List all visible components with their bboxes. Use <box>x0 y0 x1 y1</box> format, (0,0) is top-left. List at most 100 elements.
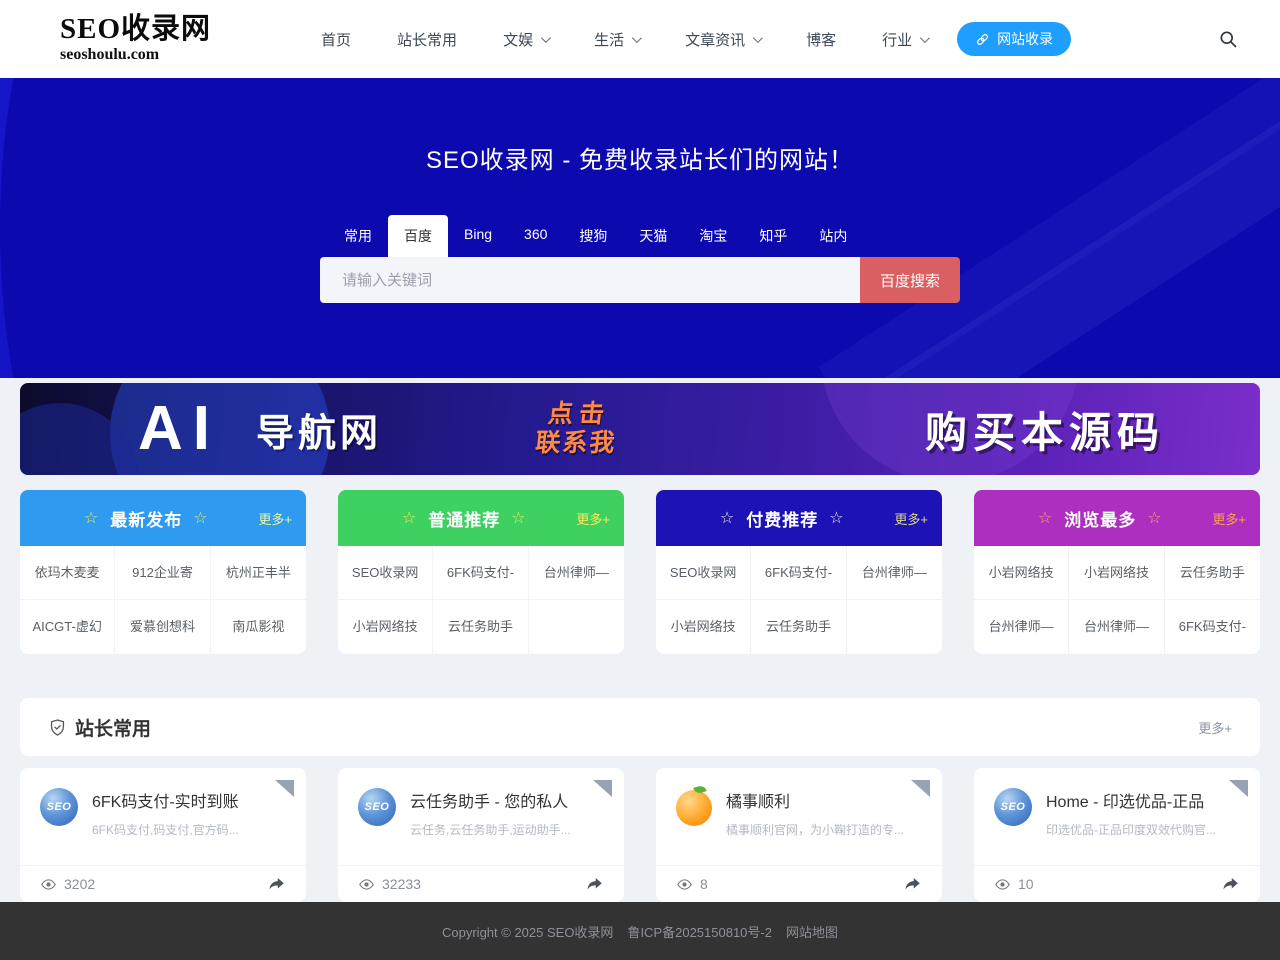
board-item-link[interactable]: 杭州正丰半 <box>211 546 306 600</box>
card-top: 橘事顺利 橘事顺利官网，为小鞠打造的专... <box>656 768 942 838</box>
board-more-link[interactable]: 更多+ <box>1212 509 1246 528</box>
nav-item-home[interactable]: 首页 <box>321 29 351 50</box>
board-item-link[interactable]: 小岩网络技 <box>1069 546 1164 600</box>
nav-item-webmaster-tools[interactable]: 站长常用 <box>397 29 457 50</box>
board-item-link[interactable]: AICGT-虚幻 <box>20 600 115 654</box>
board-item-link[interactable]: 6FK码支付- <box>751 546 846 600</box>
site-card-6fk[interactable]: SEO 6FK码支付-实时到账 6FK码支付,码支付,官方码... 3202 <box>20 768 306 902</box>
share-arrow-icon <box>586 875 604 893</box>
section-title-text: 站长常用 <box>75 714 151 741</box>
ad-banner[interactable]: AI 导航网 点击 联系我 购买本源码 <box>20 383 1260 475</box>
board-item-link[interactable]: 小岩网络技 <box>974 546 1069 600</box>
site-submit-button[interactable]: 网站收录 <box>957 22 1071 56</box>
board-item-link[interactable]: 依玛木麦麦 <box>20 546 115 600</box>
board-item-link[interactable]: SEO收录网 <box>338 546 433 600</box>
banner-buy-text: 购买本源码 <box>925 399 1165 460</box>
tab-zhihu[interactable]: 知乎 <box>743 215 803 257</box>
tab-taobao[interactable]: 淘宝 <box>683 215 743 257</box>
board-normal-recommend: ☆ 普通推荐 ☆ 更多+ SEO收录网 6FK码支付- 台州律师— 小岩网络技 … <box>338 490 624 654</box>
board-more-link[interactable]: 更多+ <box>576 509 610 528</box>
navbar-search-button[interactable] <box>1218 29 1238 49</box>
nav-item-articles[interactable]: 文章资讯 <box>685 29 760 50</box>
tab-tmall[interactable]: 天猫 <box>623 215 683 257</box>
board-title-group: ☆ 最新发布 ☆ <box>34 506 258 531</box>
nav-item-label: 行业 <box>882 29 912 50</box>
nav-item-label: 博客 <box>806 29 836 50</box>
board-title: 浏览最多 <box>1064 506 1136 531</box>
board-item-link[interactable]: 小岩网络技 <box>338 600 433 654</box>
baidu-search-button[interactable]: 百度搜索 <box>860 257 960 303</box>
view-count: 3202 <box>40 876 95 893</box>
board-items: 依玛木麦麦 912企业寄 杭州正丰半 AICGT-虚幻 爱慕创想科 南瓜影视 <box>20 546 306 654</box>
section-more-link[interactable]: 更多+ <box>1198 718 1232 737</box>
board-item-link[interactable]: 台州律师— <box>847 546 942 600</box>
board-title-group: ☆ 浏览最多 ☆ <box>988 506 1212 531</box>
star-icon: ☆ <box>1038 508 1053 528</box>
eye-icon <box>40 876 57 893</box>
eye-icon <box>994 876 1011 893</box>
nav-item-blog[interactable]: 博客 <box>806 29 836 50</box>
banner-site-text: 导航网 <box>256 402 382 457</box>
icp-number: 鲁ICP备2025150810号-2 <box>627 922 772 941</box>
tab-zhannei[interactable]: 站内 <box>803 215 863 257</box>
chevron-down-icon <box>541 33 551 43</box>
shield-check-icon <box>48 718 67 737</box>
board-item-link[interactable]: 云任务助手 <box>751 600 846 654</box>
nav-item-entertainment[interactable]: 文娱 <box>503 29 548 50</box>
board-item-link[interactable]: 912企业寄 <box>115 546 210 600</box>
view-count: 10 <box>994 876 1034 893</box>
board-item-link[interactable]: SEO收录网 <box>656 546 751 600</box>
site-logo[interactable]: SEO收录网 seoshoulu.com <box>60 14 211 63</box>
site-card-jushi[interactable]: 橘事顺利 橘事顺利官网，为小鞠打造的专... 8 <box>656 768 942 902</box>
board-items: SEO收录网 6FK码支付- 台州律师— 小岩网络技 云任务助手 <box>338 546 624 654</box>
card-top: SEO 6FK码支付-实时到账 6FK码支付,码支付,官方码... <box>20 768 306 838</box>
card-footer: 10 <box>974 865 1260 902</box>
board-more-link[interactable]: 更多+ <box>258 509 292 528</box>
nav-item-label: 文章资讯 <box>685 29 745 50</box>
site-card-yinxuan[interactable]: SEO Home - 印选优品-正品 印选优品-正品印度双效代购官... 10 <box>974 768 1260 902</box>
keyword-input[interactable] <box>320 257 860 303</box>
share-button[interactable] <box>586 875 604 893</box>
banner-contact-line2: 联系我 <box>534 429 618 458</box>
search-icon <box>1218 29 1238 49</box>
view-count-value: 10 <box>1018 876 1034 892</box>
site-card-cloud-task[interactable]: SEO 云任务助手 - 您的私人 云任务,云任务助手,运动助手... 32233 <box>338 768 624 902</box>
share-button[interactable] <box>268 875 286 893</box>
card-title: 云任务助手 - 您的私人 <box>410 788 571 812</box>
board-item-link[interactable]: 南瓜影视 <box>211 600 306 654</box>
tab-360[interactable]: 360 <box>508 215 563 257</box>
card-footer: 32233 <box>338 865 624 902</box>
share-button[interactable] <box>904 875 922 893</box>
board-title-group: ☆ 付费推荐 ☆ <box>670 506 894 531</box>
nav-item-life[interactable]: 生活 <box>594 29 639 50</box>
tab-bing[interactable]: Bing <box>448 215 508 257</box>
board-item-link[interactable]: 台州律师— <box>974 600 1069 654</box>
board-item-link[interactable]: 台州律师— <box>1069 600 1164 654</box>
board-latest-header: ☆ 最新发布 ☆ 更多+ <box>20 490 306 546</box>
card-text: 橘事顺利 橘事顺利官网，为小鞠打造的专... <box>726 788 904 838</box>
tab-sogou[interactable]: 搜狗 <box>563 215 623 257</box>
board-item-link[interactable]: 6FK码支付- <box>433 546 528 600</box>
card-top: SEO Home - 印选优品-正品 印选优品-正品印度双效代购官... <box>974 768 1260 838</box>
board-paid-recommend: ☆ 付费推荐 ☆ 更多+ SEO收录网 6FK码支付- 台州律师— 小岩网络技 … <box>656 490 942 654</box>
search-engine-tabs: 常用 百度 Bing 360 搜狗 天猫 淘宝 知乎 站内 <box>320 215 960 257</box>
board-more-link[interactable]: 更多+ <box>894 509 928 528</box>
board-item-link[interactable]: 云任务助手 <box>433 600 528 654</box>
board-most-viewed: ☆ 浏览最多 ☆ 更多+ 小岩网络技 小岩网络技 云任务助手 台州律师— 台州律… <box>974 490 1260 654</box>
tab-baidu[interactable]: 百度 <box>388 215 448 257</box>
hero-search-bar: 百度搜索 <box>320 257 960 303</box>
board-item-link[interactable]: 云任务助手 <box>1165 546 1260 600</box>
seo-globe-icon: SEO <box>358 788 396 826</box>
tab-changyong[interactable]: 常用 <box>328 215 388 257</box>
nav-item-industry[interactable]: 行业 <box>882 29 927 50</box>
share-button[interactable] <box>1222 875 1240 893</box>
sitemap-link[interactable]: 网站地图 <box>786 922 838 941</box>
board-item-link[interactable]: 6FK码支付- <box>1165 600 1260 654</box>
board-item-link[interactable]: 台州律师— <box>529 546 624 600</box>
card-text: 云任务助手 - 您的私人 云任务,云任务助手,运动助手... <box>410 788 571 838</box>
board-title: 最新发布 <box>110 506 182 531</box>
chevron-down-icon <box>632 33 642 43</box>
board-item-link[interactable]: 小岩网络技 <box>656 600 751 654</box>
star-icon: ☆ <box>511 508 526 528</box>
board-item-link[interactable]: 爱慕创想科 <box>115 600 210 654</box>
